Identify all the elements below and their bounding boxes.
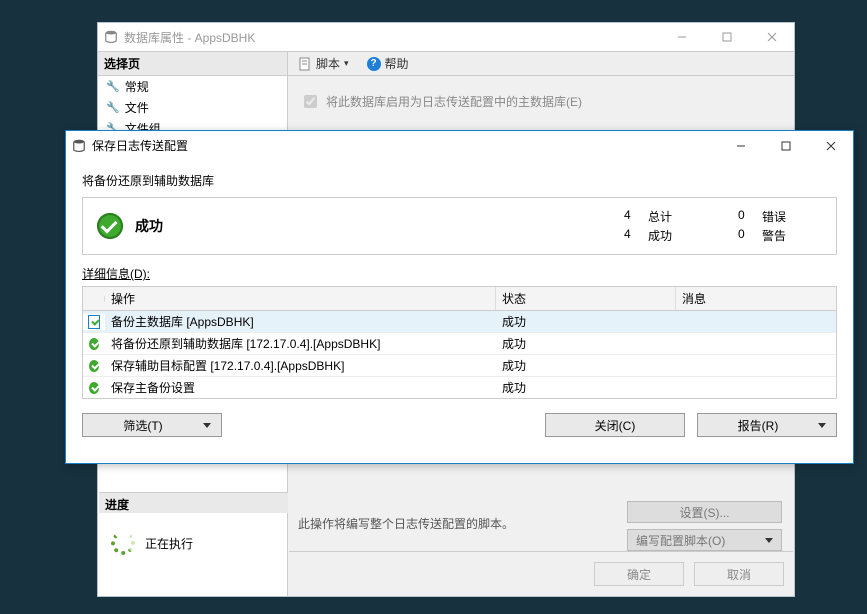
ok-button: 确定: [594, 562, 684, 586]
chevron-down-icon: [203, 423, 211, 428]
cell-status: 成功: [496, 355, 676, 376]
cell-op: 保存辅助目标配置 [172.17.0.4].[AppsDBHK]: [105, 355, 496, 376]
bgwin-titlebar: 数据库属性 - AppsDBHK: [98, 23, 794, 52]
cell-msg: [676, 342, 836, 346]
cell-msg: [676, 320, 836, 324]
stat-error-label: 错误: [762, 208, 822, 225]
table-row[interactable]: 保存辅助目标配置 [172.17.0.4].[AppsDBHK] 成功: [83, 355, 836, 377]
check-icon: [89, 338, 99, 350]
stat-warn-label: 警告: [762, 227, 822, 244]
stat-total-label: 总计: [648, 208, 708, 225]
dlg-status-panel: 成功 4 总计 0 错误 4 成功 0 警告: [82, 197, 837, 255]
dlg-close[interactable]: [808, 131, 853, 160]
bgwin-close[interactable]: [749, 23, 794, 52]
tool-help[interactable]: ?帮助: [367, 55, 409, 72]
tool-script[interactable]: 脚本 ▾: [298, 55, 349, 72]
sidebar-item-files[interactable]: 🔧 文件: [98, 97, 287, 118]
cell-op: 备份主数据库 [AppsDBHK]: [105, 311, 496, 332]
wrench-icon: 🔧: [106, 101, 120, 114]
cancel-button: 取消: [694, 562, 784, 586]
stat-success-label: 成功: [648, 227, 708, 244]
cell-status: 成功: [496, 333, 676, 354]
filter-button[interactable]: 筛选(T): [82, 413, 222, 437]
check-icon: [89, 382, 99, 394]
cell-status: 成功: [496, 311, 676, 332]
save-logshipping-dialog: 保存日志传送配置 将备份还原到辅助数据库 成功 4 总计 0 错误 4 成功 0…: [65, 130, 854, 464]
cell-op: 将备份还原到辅助数据库 [172.17.0.4].[AppsDBHK]: [105, 333, 496, 354]
stat-success-num: 4: [624, 227, 648, 244]
cell-op: 保存主备份设置: [105, 377, 496, 398]
script-icon: [298, 57, 312, 71]
checkbox-label: 将此数据库启用为日志传送配置中的主数据库(E): [326, 93, 582, 110]
dlg-titlebar: 保存日志传送配置: [66, 131, 853, 160]
chevron-down-icon: [765, 538, 773, 543]
col-status: 状态: [496, 287, 676, 310]
col-operation: 操作: [105, 287, 496, 310]
dlg-description: 将备份还原到辅助数据库: [66, 160, 853, 197]
bgwin-progress-body: 正在执行: [99, 513, 288, 573]
bgwin-side-header: 选择页: [98, 52, 287, 76]
table-header: 操作 状态 消息: [83, 287, 836, 311]
table-row[interactable]: 保存主备份设置 成功: [83, 377, 836, 398]
table-row[interactable]: 将备份还原到辅助数据库 [172.17.0.4].[AppsDBHK] 成功: [83, 333, 836, 355]
success-icon: [97, 213, 123, 239]
dlg-title: 保存日志传送配置: [92, 137, 188, 154]
help-icon: ?: [367, 57, 381, 71]
dlg-table: 操作 状态 消息 备份主数据库 [AppsDBHK] 成功 将备份还原到辅助数据…: [82, 286, 837, 399]
dlg-success-text: 成功: [135, 216, 163, 236]
database-icon: [72, 139, 86, 153]
bgwin-toolbar: 脚本 ▾ ?帮助: [288, 52, 794, 76]
chevron-down-icon: [818, 423, 826, 428]
dlg-button-bar: 筛选(T) 关闭(C) 报告(R): [66, 399, 853, 437]
bgwin-minimize[interactable]: [659, 23, 704, 52]
close-button[interactable]: 关闭(C): [545, 413, 685, 437]
table-row[interactable]: 备份主数据库 [AppsDBHK] 成功: [83, 311, 836, 333]
bgwin-maximize[interactable]: [704, 23, 749, 52]
bgwin-title: 数据库属性 - AppsDBHK: [124, 29, 255, 46]
stat-error-num: 0: [738, 208, 762, 225]
cell-msg: [676, 364, 836, 368]
dlg-minimize[interactable]: [718, 131, 763, 160]
report-button[interactable]: 报告(R): [697, 413, 837, 437]
check-icon: [89, 360, 99, 372]
sidebar-label: 常规: [125, 78, 149, 95]
primary-db-checkbox[interactable]: 将此数据库启用为日志传送配置中的主数据库(E): [300, 92, 782, 111]
sidebar-label: 文件: [125, 99, 149, 116]
dlg-details-label: 详细信息(D):: [82, 265, 837, 282]
script-config-button: 编写配置脚本(O): [627, 529, 782, 551]
cell-msg: [676, 386, 836, 390]
database-icon: [104, 30, 118, 44]
checkbox[interactable]: [304, 95, 317, 108]
sidebar-item-general[interactable]: 🔧 常规: [98, 76, 287, 97]
bgwin-footnote: 此操作将编写整个日志传送配置的脚本。: [298, 515, 514, 532]
check-icon: [89, 316, 99, 328]
settings-button: 设置(S)...: [627, 501, 782, 523]
dlg-maximize[interactable]: [763, 131, 808, 160]
col-message: 消息: [676, 287, 836, 310]
cell-status: 成功: [496, 377, 676, 398]
stat-total-num: 4: [624, 208, 648, 225]
progress-text: 正在执行: [145, 535, 193, 552]
spinner-icon: [111, 531, 135, 555]
dlg-stats: 4 总计 0 错误 4 成功 0 警告: [624, 208, 822, 244]
stat-warn-num: 0: [738, 227, 762, 244]
wrench-icon: 🔧: [106, 80, 120, 93]
